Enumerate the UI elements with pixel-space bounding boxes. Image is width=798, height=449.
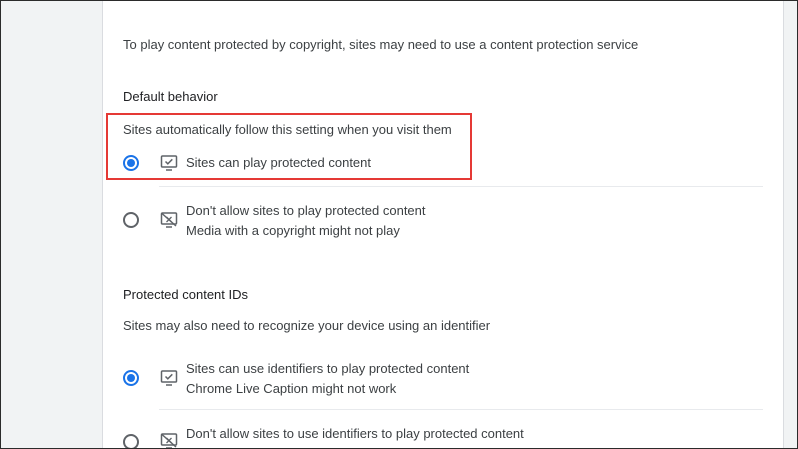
monitor-check-icon	[160, 370, 178, 386]
radio-block-protected-content[interactable]	[123, 212, 139, 228]
option-sublabel: Chrome Live Caption might not work	[186, 381, 397, 396]
option-label: Sites can play protected content	[186, 155, 372, 170]
protected-ids-heading: Protected content IDs	[123, 287, 249, 302]
monitor-blocked-icon	[160, 212, 178, 228]
radio-allow-identifiers[interactable]	[123, 370, 139, 386]
protected-ids-subtext: Sites may also need to recognize your de…	[123, 318, 491, 333]
option-label: Sites can use identifiers to play protec…	[186, 361, 470, 376]
radio-allow-protected-content[interactable]	[123, 155, 139, 171]
intro-text: To play content protected by copyright, …	[123, 37, 639, 52]
radio-block-identifiers[interactable]	[123, 434, 139, 448]
option-sublabel: Media with a copyright might not play	[186, 223, 400, 238]
monitor-check-icon	[160, 155, 178, 171]
default-behavior-heading: Default behavior	[123, 89, 218, 104]
screenshot-frame: To play content protected by copyright, …	[0, 0, 798, 449]
option-label: Don't allow sites to play protected cont…	[186, 203, 426, 218]
option-label: Don't allow sites to use identifiers to …	[186, 426, 524, 441]
default-behavior-subtext: Sites automatically follow this setting …	[123, 122, 452, 137]
divider	[159, 186, 763, 187]
divider	[159, 409, 763, 410]
monitor-blocked-icon	[160, 433, 178, 448]
